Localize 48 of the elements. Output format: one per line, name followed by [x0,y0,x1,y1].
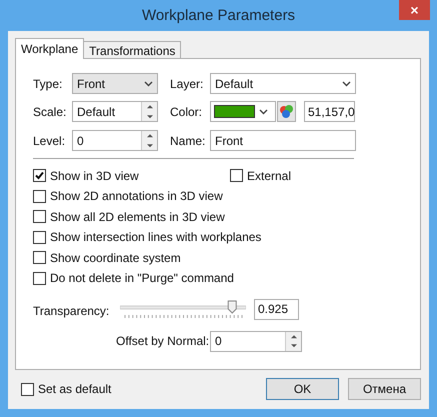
type-dropdown[interactable]: Front [72,73,158,94]
scale-spin-field[interactable]: Default [72,101,158,122]
window-title: Workplane Parameters [142,7,296,25]
spinner-buttons[interactable] [285,332,301,350]
color-picker-button[interactable] [277,101,296,122]
field-label: Color: [170,104,204,120]
field-label: Transparency: [33,302,110,320]
checkbox[interactable] [33,251,46,264]
transparency-field[interactable]: 0.925 [254,298,299,320]
option-checkbox[interactable]: Show coordinate system [33,248,230,266]
checkbox[interactable] [33,190,46,202]
offset-spin-field[interactable]: 0 [210,330,302,352]
field-label: Layer: [170,76,204,92]
tab[interactable]: Transformations [84,41,182,58]
checkbox[interactable] [33,210,46,223]
close-button[interactable]: × [399,0,430,20]
option-checkbox[interactable]: Show all 2D elements in 3D view [33,208,230,226]
level-spin-field[interactable]: 0 [72,130,158,151]
checkbox[interactable] [230,169,243,182]
checkbox[interactable] [33,230,46,244]
color-circles-icon [279,104,294,119]
rgb-field[interactable]: 51,157,0 [304,101,355,122]
caret-icon [259,108,268,114]
dialog-button[interactable]: Отмена [348,378,421,400]
option-checkbox[interactable]: Show in 3D view [33,166,230,184]
option-checkbox[interactable]: Show intersection lines with workplanes [33,228,262,246]
spinner-buttons[interactable] [141,102,157,121]
field-label: Level: [33,132,66,150]
checkbox[interactable] [33,169,46,182]
external-checkbox[interactable]: External [230,166,292,184]
transparency-slider[interactable] [120,298,246,318]
caret-icon [144,80,153,86]
field-label: Scale: [33,104,68,120]
checkbox[interactable] [21,382,34,396]
caret-icon [342,80,351,86]
layer-dropdown[interactable]: Default [210,73,356,94]
tab[interactable]: Workplane [15,38,84,59]
checkbox[interactable] [33,272,46,284]
field-label: Name: [170,132,206,150]
option-checkbox[interactable]: Do not delete in "Purge" command [33,269,234,287]
option-checkbox[interactable]: Show 2D annotations in 3D view [33,187,230,205]
field-label: Offset by Normal: [116,333,210,350]
name-field[interactable]: Front [210,130,356,151]
set-default-checkbox[interactable]: Set as default [21,380,266,398]
color-dropdown[interactable] [210,101,276,122]
spinner-buttons[interactable] [141,131,157,150]
field-label: Type: [33,76,64,92]
dialog-button[interactable]: OK [266,378,339,400]
